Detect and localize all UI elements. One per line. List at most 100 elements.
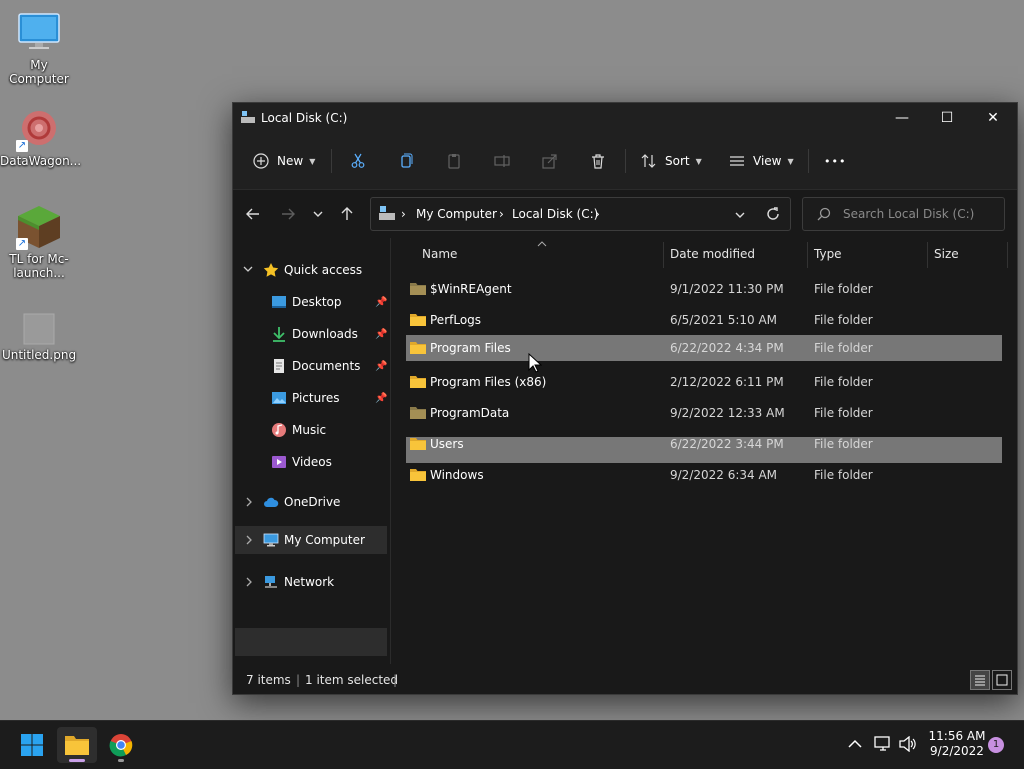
back-button[interactable] — [241, 202, 265, 226]
minimize-button[interactable]: — — [879, 103, 925, 133]
refresh-icon[interactable] — [766, 207, 780, 221]
sidebar-item-quick-access[interactable]: Quick access — [235, 256, 387, 284]
desktop-icon-tl-launcher[interactable]: ↗ TL for Mc-launch... — [0, 204, 78, 280]
file-date: 9/2/2022 6:34 AM — [670, 468, 778, 482]
sidebar-item-label: Documents — [292, 359, 361, 373]
search-box[interactable]: Search Local Disk (C:) — [802, 197, 1005, 231]
sidebar-item-label: Quick access — [284, 263, 363, 277]
sidebar-item-videos[interactable]: Videos — [235, 448, 387, 476]
breadcrumb-local-disk[interactable]: Local Disk (C:) — [512, 207, 598, 221]
column-header-date-modified[interactable]: Date modified — [670, 238, 755, 270]
column-divider[interactable] — [1007, 242, 1008, 268]
sort-arrows-icon — [641, 154, 656, 168]
details-view-button[interactable] — [970, 670, 990, 690]
table-row[interactable]: Program Files (x86) 2/12/2022 6:11 PM Fi… — [406, 369, 1002, 395]
file-list: Name Date modified Type Size $WinREAgent… — [391, 238, 1017, 765]
sidebar-item-music[interactable]: Music — [235, 416, 387, 444]
table-row-selected-program-files[interactable]: Program Files 6/22/2022 4:34 PM File fol… — [406, 335, 1002, 361]
sidebar-item-my-computer-selected[interactable]: My Computer — [235, 526, 387, 554]
chevron-down-icon[interactable] — [243, 266, 253, 274]
sort-label: Sort — [665, 154, 690, 168]
chevron-right-icon[interactable] — [245, 577, 253, 587]
sidebar-item-my-computer[interactable] — [235, 628, 387, 656]
file-name: PerfLogs — [430, 313, 482, 327]
paste-button[interactable] — [446, 147, 462, 175]
table-row[interactable]: PerfLogs 6/5/2021 5:10 AM File folder — [406, 307, 1002, 333]
sidebar-item-documents[interactable]: Documents 📌 — [235, 352, 387, 380]
pin-icon[interactable]: 📌 — [375, 329, 387, 340]
breadcrumb-my-computer[interactable]: My Computer — [416, 207, 497, 221]
column-divider[interactable] — [807, 242, 808, 268]
clock[interactable]: 11:56 AM 9/2/2022 — [922, 729, 992, 759]
share-button[interactable] — [542, 147, 558, 175]
copy-button[interactable] — [398, 147, 414, 175]
tiles-view-button[interactable] — [992, 670, 1012, 690]
music-note-icon — [272, 423, 286, 437]
close-button[interactable]: ✕ — [970, 103, 1016, 133]
command-bar: New ▼ Sort ▼ View ▼ ••• — [233, 133, 1017, 190]
file-explorer-taskbar-button[interactable] — [57, 727, 97, 763]
scissors-icon — [351, 153, 365, 168]
table-row[interactable]: $WinREAgent 9/1/2022 11:30 PM File folde… — [406, 276, 1002, 302]
new-button[interactable]: New ▼ — [253, 147, 315, 175]
navigation-row: › My Computer › Local Disk (C:) › Search… — [233, 190, 1017, 238]
up-button[interactable] — [335, 202, 359, 226]
rename-button[interactable] — [494, 147, 510, 175]
speaker-icon[interactable] — [899, 736, 917, 752]
download-arrow-icon — [273, 327, 285, 342]
pin-icon[interactable]: 📌 — [375, 393, 387, 404]
maximize-button[interactable]: ☐ — [924, 103, 970, 133]
clock-date: 9/2/2022 — [930, 744, 984, 758]
arrow-left-icon — [246, 208, 259, 220]
notification-badge[interactable]: 1 — [988, 737, 1004, 753]
column-divider[interactable] — [927, 242, 928, 268]
delete-button[interactable] — [590, 147, 606, 175]
sort-button[interactable]: Sort ▼ — [641, 147, 702, 175]
column-header-type[interactable]: Type — [814, 238, 842, 270]
sidebar-item-network[interactable]: Network — [235, 568, 387, 596]
file-date: 6/22/2022 3:44 PM — [670, 437, 784, 451]
folder-icon — [410, 342, 426, 354]
more-options-button[interactable]: ••• — [824, 147, 846, 175]
chevron-down-icon: ▼ — [787, 156, 794, 166]
title-bar[interactable]: Local Disk (C:) — ☐ ✕ — [233, 103, 1017, 133]
sort-ascending-icon — [537, 241, 547, 247]
pin-icon[interactable]: 📌 — [375, 297, 387, 308]
chevron-right-icon[interactable] — [245, 497, 253, 507]
column-header-size[interactable]: Size — [934, 238, 959, 270]
folder-icon — [410, 438, 426, 450]
desktop-icon-my-computer[interactable]: My Computer — [0, 10, 78, 86]
table-row[interactable]: Users 6/22/2022 3:44 PM File folder — [406, 431, 1002, 457]
chrome-taskbar-button[interactable] — [101, 727, 141, 763]
drive-icon — [379, 206, 395, 220]
status-divider: | — [296, 673, 301, 687]
toolbar-divider — [625, 149, 626, 173]
sidebar-item-onedrive[interactable]: OneDrive — [235, 488, 387, 516]
network-monitor-icon[interactable] — [874, 736, 892, 752]
forward-button[interactable] — [276, 202, 300, 226]
chevron-down-icon[interactable] — [734, 209, 746, 221]
sidebar-item-desktop[interactable]: Desktop 📌 — [235, 288, 387, 316]
chevron-up-icon[interactable] — [848, 739, 862, 749]
column-divider[interactable] — [663, 242, 664, 268]
view-button[interactable]: View ▼ — [729, 147, 794, 175]
drive-icon — [241, 111, 255, 123]
file-name: $WinREAgent — [430, 282, 512, 296]
sidebar-item-pictures[interactable]: Pictures 📌 — [235, 384, 387, 412]
sidebar-item-label: Music — [292, 423, 327, 437]
recent-locations-button[interactable] — [306, 202, 330, 226]
desktop-icon-datawagon[interactable]: ↗ DataWagon... — [0, 106, 81, 168]
cut-button[interactable] — [350, 147, 366, 175]
desktop-folder-icon — [272, 296, 286, 308]
desktop-icon-untitled-png[interactable]: Untitled.png — [0, 312, 78, 362]
window-title: Local Disk (C:) — [261, 111, 348, 125]
start-button[interactable] — [12, 727, 52, 763]
column-header-name[interactable]: Name — [422, 238, 457, 270]
sidebar-item-downloads[interactable]: Downloads 📌 — [235, 320, 387, 348]
address-bar[interactable]: › My Computer › Local Disk (C:) › — [370, 197, 791, 231]
table-row[interactable]: Windows 9/2/2022 6:34 AM File folder — [406, 462, 1002, 488]
pin-icon[interactable]: 📌 — [375, 361, 387, 372]
selection-count: 1 item selected — [305, 673, 399, 687]
chevron-right-icon[interactable] — [245, 535, 253, 545]
table-row[interactable]: ProgramData 9/2/2022 12:33 AM File folde… — [406, 400, 1002, 426]
